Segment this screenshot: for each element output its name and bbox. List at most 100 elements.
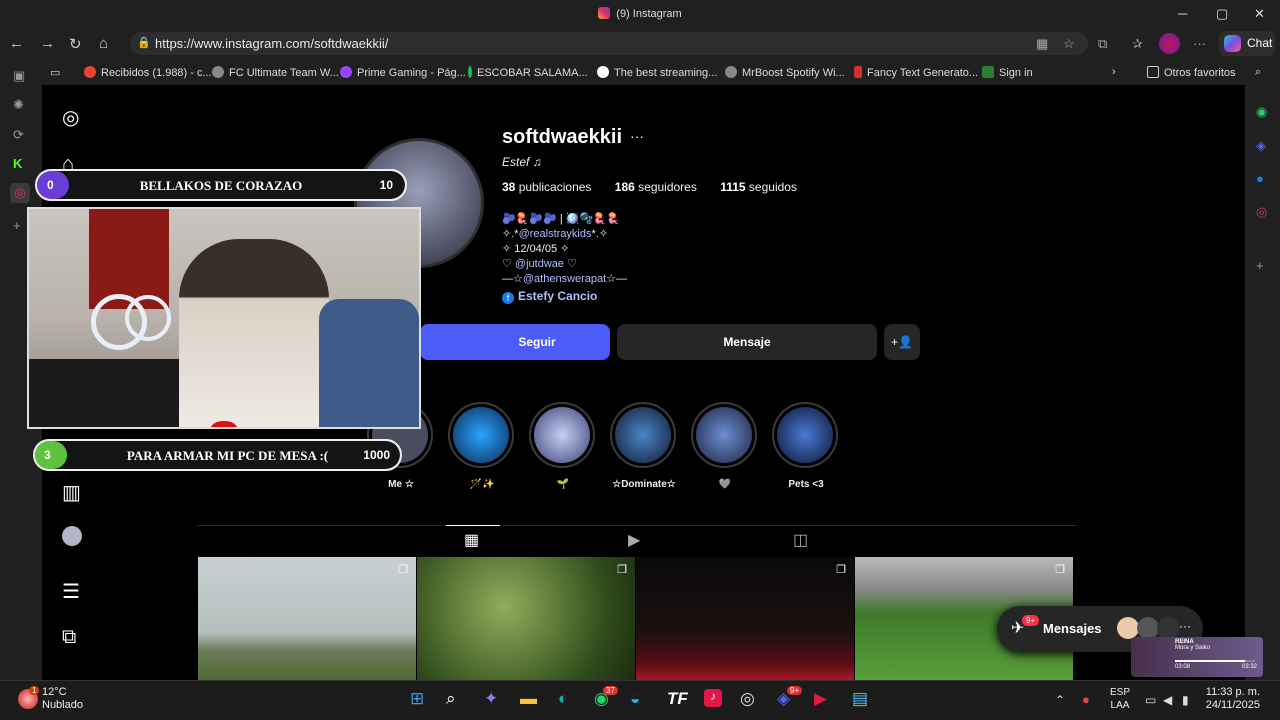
bookmark-fancy-text[interactable]: Fancy Text Generato...	[854, 66, 978, 79]
highlight-dominate[interactable]	[610, 402, 676, 468]
back-icon[interactable]: ←	[9, 35, 24, 52]
followers-stat[interactable]: 186 seguidores	[615, 180, 707, 194]
bookmark-sign-in[interactable]: Sign in	[982, 66, 1033, 79]
openai-icon[interactable]: ✺	[13, 97, 24, 113]
home-icon[interactable]: ⌂	[99, 35, 108, 52]
add-tab-icon[interactable]: +	[13, 218, 21, 233]
search-taskbar-icon[interactable]: ⌕	[446, 689, 456, 709]
highlight-label: 🪄✨	[469, 479, 495, 490]
highlight-plant[interactable]	[529, 402, 595, 468]
discord-icon[interactable]: ◈	[1256, 138, 1266, 154]
post-tile[interactable]: ❐	[198, 557, 416, 680]
instagram-tab-icon[interactable]: ◎	[10, 183, 30, 203]
edge-taskbar-icon[interactable]: ◒	[630, 689, 640, 709]
highlight-magic[interactable]	[448, 402, 514, 468]
post-tile[interactable]: ❐	[636, 557, 854, 680]
favorites-icon[interactable]: ✰	[1132, 36, 1143, 52]
facebook-link[interactable]: f Estefy Cancio	[502, 289, 802, 305]
bio-mention-athenswerapat[interactable]: @athenswerapat	[523, 273, 606, 285]
dashboard-icon[interactable]: ▥	[62, 480, 81, 505]
tabs-icon[interactable]: ▣	[13, 68, 25, 84]
microphone-icon[interactable]: ●	[1082, 692, 1090, 707]
start-icon[interactable]: ⊞	[410, 689, 424, 709]
network-icon[interactable]: ▭	[1145, 693, 1156, 707]
more-menu-icon[interactable]: ···	[1193, 36, 1206, 51]
tray-overflow-icon[interactable]: ⌃	[1055, 693, 1065, 707]
globe-icon	[212, 66, 224, 78]
obs-icon[interactable]: ◎	[740, 689, 755, 709]
edge-beta-icon[interactable]: ◐	[558, 689, 568, 709]
bookmark-gmail[interactable]: Recibidos (1.988) - c...	[84, 66, 212, 79]
highlight-pets[interactable]	[772, 402, 838, 468]
bookmark-streaming[interactable]: The best streaming...	[597, 66, 717, 79]
instagram-side-icon[interactable]: ◎	[1256, 204, 1267, 220]
bookmark-mrboost[interactable]: MrBoost Spotify Wi...	[725, 66, 845, 79]
instagram-logo-icon[interactable]: ◎	[62, 105, 79, 130]
extensions-icon[interactable]: ⧉	[1098, 36, 1107, 52]
webcam-overlay	[27, 207, 421, 429]
following-stat[interactable]: 1115 seguidos	[720, 180, 807, 194]
profile-options-icon[interactable]: ···	[630, 128, 644, 144]
sync-icon[interactable]: ⟳	[13, 127, 24, 143]
system-clock[interactable]: 11:33 p. m. 24/11/2025	[1200, 686, 1260, 712]
bookmark-escobar[interactable]: ESCOBAR SALAMA...	[468, 66, 588, 79]
app-available-icon[interactable]: ▦	[1036, 36, 1048, 52]
close-button[interactable]: ✕	[1254, 6, 1265, 22]
file-explorer-icon[interactable]: ▬	[520, 689, 537, 709]
menu-icon[interactable]: ☰	[62, 579, 80, 604]
profile-avatar[interactable]	[1159, 33, 1180, 54]
facebook-icon[interactable]: ●	[1256, 171, 1264, 186]
media-player-icon[interactable]: ▶	[814, 689, 827, 709]
bio-mention-jutdwae[interactable]: @jutdwae	[515, 258, 564, 270]
notepad-icon[interactable]: ▤	[852, 689, 868, 709]
minimize-button[interactable]: ─	[1178, 6, 1187, 21]
mini-player[interactable]: REINA Mora y Saiko 03:08 03:32	[1131, 637, 1263, 677]
goal-bar-bottom: 3 PARA ARMAR MI PC DE MESA :( 1000	[33, 439, 402, 471]
prime-gaming-icon	[340, 66, 352, 78]
input-language[interactable]: ESP LAA	[1110, 686, 1130, 712]
bookmark-other-favorites[interactable]: Otros favoritos	[1147, 66, 1236, 79]
tab-reels-icon[interactable]: ▶	[628, 530, 640, 550]
post-tile[interactable]: ❐	[417, 557, 635, 680]
weather-widget[interactable]: 12°C Nublado	[42, 686, 83, 712]
profile-nav-avatar[interactable]	[62, 526, 82, 546]
highlight-label: ☆Dominate☆	[612, 479, 676, 490]
url-text[interactable]: https://www.instagram.com/softdwaekkii/	[155, 36, 388, 51]
suggested-users-button[interactable]: +👤	[884, 324, 920, 360]
goal-target: 1000	[363, 448, 390, 462]
reload-icon[interactable]: ↻	[69, 35, 82, 53]
tab-posts-grid-icon[interactable]: ▦	[464, 530, 479, 550]
kick-icon[interactable]: K	[13, 156, 22, 171]
carousel-icon: ❐	[1055, 564, 1065, 576]
favorite-star-icon[interactable]: ☆	[1063, 36, 1075, 52]
highlight-label: 🌱	[556, 479, 570, 490]
add-app-icon[interactable]: +	[1256, 258, 1264, 273]
copilot-taskbar-icon[interactable]: ✦	[484, 689, 498, 709]
forward-icon[interactable]: →	[40, 35, 55, 52]
highlight-heart[interactable]	[691, 402, 757, 468]
battery-icon[interactable]: ▮	[1182, 693, 1189, 707]
site-info-icon[interactable]: 🔒	[137, 36, 151, 49]
profile-full-name: Estef ♫	[502, 155, 542, 169]
follow-button[interactable]: Seguir	[420, 324, 610, 360]
tiktok-icon[interactable]: ♪	[704, 689, 722, 707]
bookmark-fc-ultimate[interactable]: FC Ultimate Team W...	[212, 66, 339, 79]
copilot-chat-button[interactable]: Chat	[1219, 31, 1275, 56]
maximize-button[interactable]: ▢	[1216, 6, 1228, 22]
bio-mention-realstraykids[interactable]: @realstraykids	[519, 228, 592, 240]
tiktok-studio-icon[interactable]: TF	[667, 689, 688, 709]
whatsapp-icon[interactable]: ◉	[1256, 104, 1267, 120]
bookmarks-overflow-chevron-icon[interactable]: ›	[1112, 66, 1116, 78]
message-button[interactable]: Mensaje	[617, 324, 877, 360]
address-bar[interactable]: 🔒 https://www.instagram.com/softdwaekkii…	[130, 32, 1088, 55]
tab-tagged-icon[interactable]: ◫	[793, 530, 808, 550]
volume-icon[interactable]: ◀	[1163, 693, 1172, 707]
globe-icon	[725, 66, 737, 78]
goal-target: 10	[379, 178, 393, 192]
posts-stat[interactable]: 38 publicaciones	[502, 180, 601, 194]
mini-player-elapsed: 03:08	[1175, 664, 1191, 670]
reading-view-icon[interactable]: ▭	[50, 66, 60, 79]
bookmark-prime-gaming[interactable]: Prime Gaming - Pág...	[340, 66, 466, 79]
also-from-meta-icon[interactable]: ⧉	[62, 626, 76, 649]
search-icon[interactable]: ⌕	[1255, 66, 1261, 79]
